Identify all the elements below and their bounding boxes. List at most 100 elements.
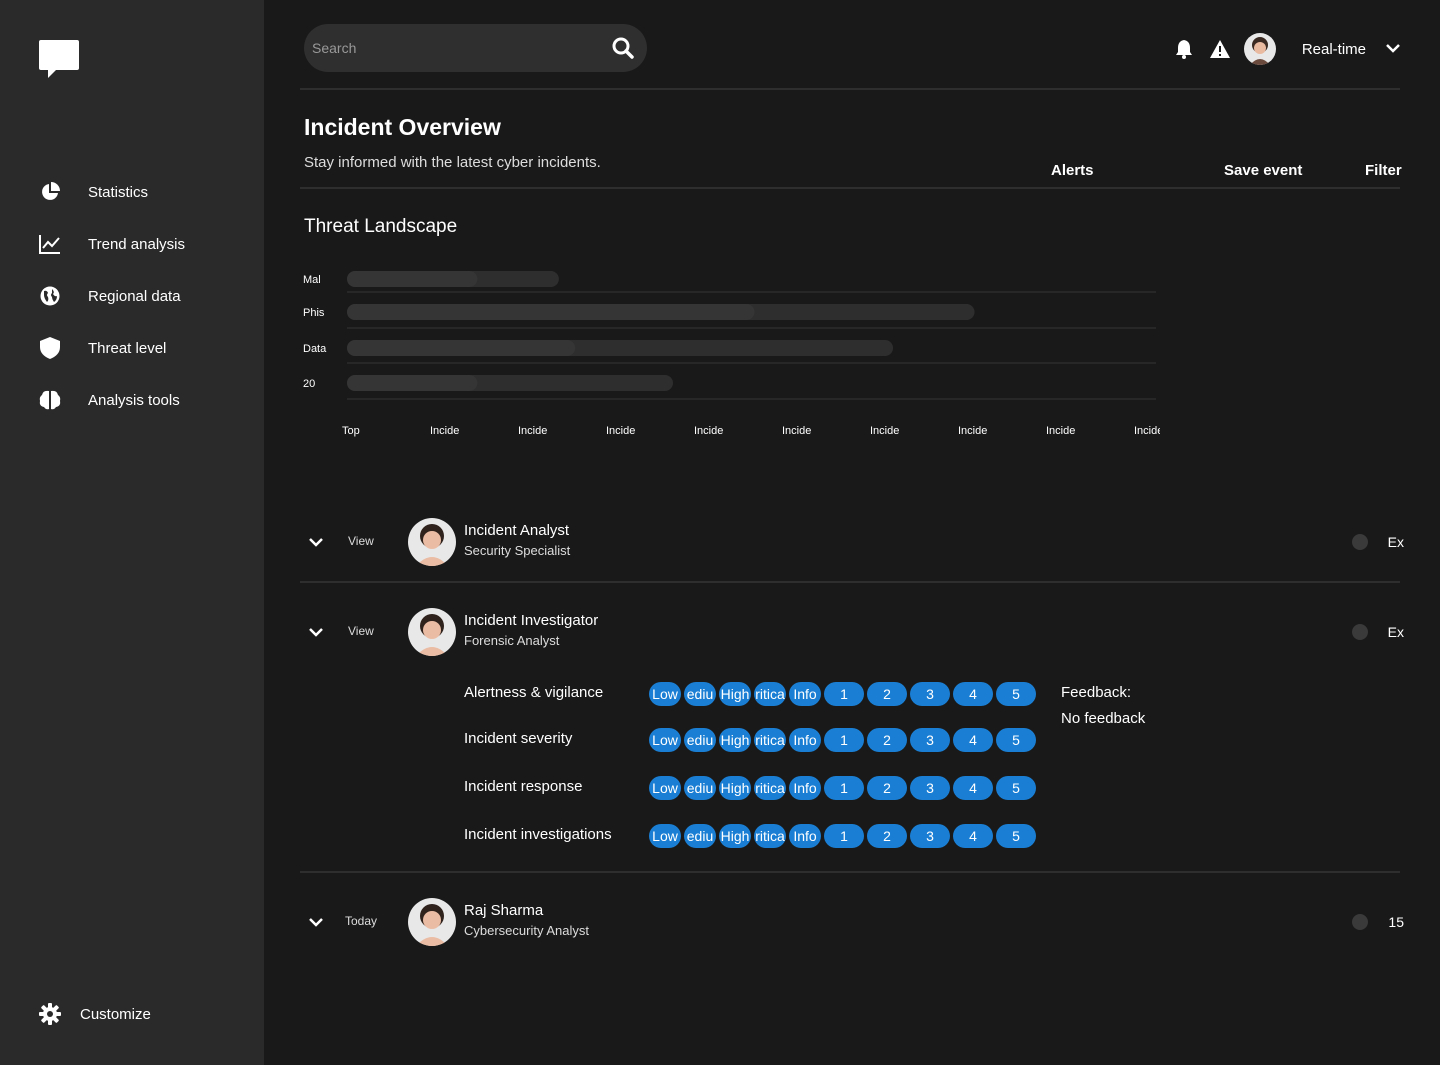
- chart-tick-label: Incide: [870, 425, 899, 437]
- person-role: Security Specialist: [464, 543, 571, 558]
- status-dot[interactable]: [1352, 624, 1368, 640]
- sidebar-item-trend-analysis[interactable]: Trend analysis: [38, 218, 185, 270]
- rating-label: Incident response: [464, 778, 583, 795]
- rating-option-pill[interactable]: ediu: [684, 682, 716, 706]
- rating-option-pill[interactable]: 3: [910, 728, 950, 752]
- rating-option-pill[interactable]: 1: [824, 682, 864, 706]
- realtime-select[interactable]: Real-time: [1302, 41, 1366, 58]
- feedback-value: No feedback: [1061, 710, 1146, 727]
- save-event-button[interactable]: Save event: [1224, 162, 1302, 179]
- page-title: Incident Overview: [304, 114, 501, 140]
- rating-option-pill[interactable]: 5: [996, 728, 1036, 752]
- divider: [300, 187, 1400, 189]
- chart-tick-label: Incide: [606, 425, 635, 437]
- rating-option-pill[interactable]: 1: [824, 728, 864, 752]
- rating-row: Incident severity Low ediu High ritica Info 1 2…: [464, 728, 1224, 752]
- rating-option-pill[interactable]: ediu: [684, 776, 716, 800]
- sidebar-item-threat-level[interactable]: Threat level: [38, 322, 185, 374]
- rating-option-pill[interactable]: High: [719, 824, 751, 848]
- filter-button[interactable]: Filter: [1365, 162, 1402, 179]
- rating-label: Incident investigations: [464, 826, 612, 843]
- bell-icon[interactable]: [1172, 37, 1196, 61]
- rating-option-pill[interactable]: 2: [867, 682, 907, 706]
- rating-option-pill[interactable]: Low: [649, 776, 681, 800]
- rating-option-pill[interactable]: Low: [649, 682, 681, 706]
- search-input[interactable]: [312, 40, 611, 56]
- person-row[interactable]: Today Raj Sharma Cybersecurity Analyst 1…: [300, 892, 1404, 952]
- chevron-down-icon[interactable]: [1386, 40, 1400, 58]
- rating-row: Incident response Low ediu High ritica Info 1 2…: [464, 776, 1224, 800]
- divider: [300, 88, 1400, 90]
- rating-option-pill[interactable]: 4: [953, 824, 993, 848]
- view-link[interactable]: View: [348, 534, 374, 548]
- rating-option-pill[interactable]: Info: [789, 824, 821, 848]
- sidebar-item-statistics[interactable]: Statistics: [38, 166, 185, 218]
- person-name: Incident Investigator: [464, 612, 599, 629]
- chart-category-label: Mal: [303, 274, 321, 286]
- rating-option-pill[interactable]: High: [719, 776, 751, 800]
- rating-option-pill[interactable]: 1: [824, 824, 864, 848]
- status-dot[interactable]: [1352, 534, 1368, 550]
- status-dot[interactable]: [1352, 914, 1368, 930]
- search-icon[interactable]: [611, 36, 635, 60]
- chat-logo-icon[interactable]: [38, 38, 80, 80]
- rating-option-pill[interactable]: Low: [649, 824, 681, 848]
- section-title: Threat Landscape: [304, 216, 458, 237]
- rating-option-pill[interactable]: High: [719, 682, 751, 706]
- rating-options: Low ediu High ritica Info 1 2 3 4 5: [649, 824, 1039, 848]
- sidebar-item-analysis-tools[interactable]: Analysis tools: [38, 374, 185, 426]
- rating-option-pill[interactable]: Info: [789, 728, 821, 752]
- chevron-down-icon[interactable]: [304, 530, 328, 554]
- rating-option-pill[interactable]: 2: [867, 728, 907, 752]
- sidebar-nav: Statistics Trend analysis Regional data …: [38, 166, 185, 426]
- globe-icon: [38, 284, 62, 308]
- rating-row: Incident investigations Low ediu High ritica…: [464, 824, 1224, 848]
- chart-tick-label: Incide: [1046, 425, 1075, 437]
- chart-category-label: Phis: [303, 307, 325, 319]
- chevron-down-icon[interactable]: [304, 910, 328, 934]
- rating-option-pill[interactable]: 5: [996, 682, 1036, 706]
- rating-options: Low ediu High ritica Info 1 2 3 4 5: [649, 682, 1039, 706]
- avatar: [408, 898, 456, 946]
- rating-option-pill[interactable]: Info: [789, 776, 821, 800]
- rating-option-pill[interactable]: 4: [953, 728, 993, 752]
- rating-option-pill[interactable]: ediu: [684, 824, 716, 848]
- rating-option-pill[interactable]: Low: [649, 728, 681, 752]
- view-link[interactable]: View: [348, 624, 374, 638]
- rating-option-pill[interactable]: Info: [789, 682, 821, 706]
- customize-button[interactable]: Customize: [38, 1002, 151, 1026]
- warning-icon[interactable]: [1208, 37, 1232, 61]
- rating-option-pill[interactable]: 1: [824, 776, 864, 800]
- chart-bar: [347, 375, 478, 391]
- rating-option-pill[interactable]: ritica: [754, 776, 786, 800]
- rating-option-pill[interactable]: High: [719, 728, 751, 752]
- rating-option-pill[interactable]: ediu: [684, 728, 716, 752]
- rating-option-pill[interactable]: 5: [996, 776, 1036, 800]
- rating-option-pill[interactable]: 3: [910, 776, 950, 800]
- person-row[interactable]: View Incident Investigator Forensic Anal…: [300, 602, 1404, 662]
- rating-option-pill[interactable]: 4: [953, 776, 993, 800]
- chart-tick-label: Top: [342, 425, 360, 437]
- person-row[interactable]: View Incident Analyst Security Specialis…: [300, 512, 1404, 572]
- rating-option-pill[interactable]: ritica: [754, 728, 786, 752]
- sidebar-item-regional-data[interactable]: Regional data: [38, 270, 185, 322]
- rating-label: Incident severity: [464, 730, 573, 747]
- chart-bar: [347, 304, 755, 320]
- chevron-down-icon[interactable]: [304, 620, 328, 644]
- date-label: Today: [345, 914, 378, 928]
- rating-option-pill[interactable]: 3: [910, 682, 950, 706]
- rating-option-pill[interactable]: 5: [996, 824, 1036, 848]
- rating-option-pill[interactable]: 4: [953, 682, 993, 706]
- rating-option-pill[interactable]: 2: [867, 776, 907, 800]
- line-chart-icon: [38, 232, 62, 256]
- person-name: Incident Analyst: [464, 522, 570, 539]
- avatar: [408, 518, 456, 566]
- rating-option-pill[interactable]: ritica: [754, 824, 786, 848]
- rating-option-pill[interactable]: ritica: [754, 682, 786, 706]
- alerts-button[interactable]: Alerts: [1051, 162, 1094, 179]
- feedback-label: Feedback:: [1061, 684, 1132, 701]
- rating-option-pill[interactable]: 3: [910, 824, 950, 848]
- avatar[interactable]: [1243, 33, 1276, 65]
- page-subtitle: Stay informed with the latest cyber inci…: [304, 154, 601, 171]
- rating-option-pill[interactable]: 2: [867, 824, 907, 848]
